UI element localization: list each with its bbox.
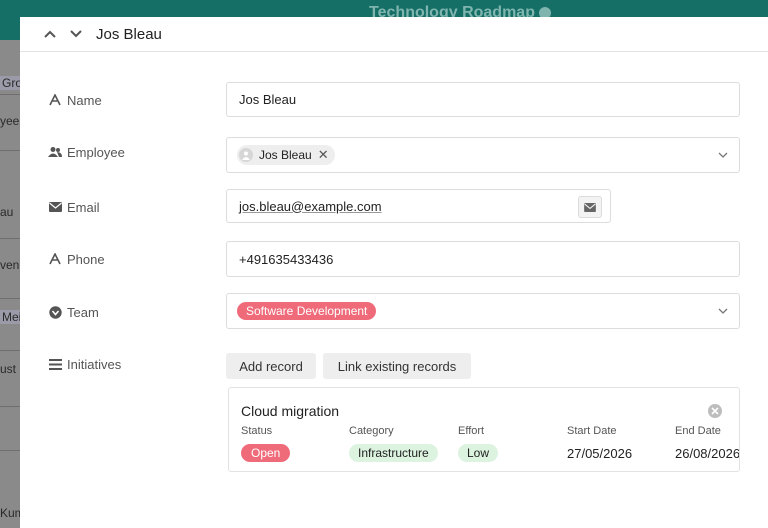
grid-cell: Gro — [0, 76, 20, 90]
record-panel: Jos Bleau Name Jos Bleau Employee Jos Bl… — [20, 17, 768, 528]
start-date-header: Start Date — [567, 425, 617, 437]
name-field[interactable]: Jos Bleau — [226, 82, 740, 117]
remove-chip-icon[interactable]: ✕ — [318, 147, 329, 163]
status-header: Status — [241, 425, 273, 437]
employee-chip: Jos Bleau ✕ — [237, 145, 335, 165]
close-icon — [711, 407, 719, 415]
previous-record-button[interactable] — [40, 24, 60, 44]
chevron-down-icon[interactable] — [717, 149, 729, 161]
initiatives-label: Initiatives — [48, 355, 121, 373]
envelope-icon — [48, 200, 62, 214]
add-record-button[interactable]: Add record — [226, 353, 316, 379]
grid-divider — [0, 238, 20, 239]
avatar-icon — [239, 148, 253, 162]
link-records-icon — [48, 357, 62, 371]
employee-label: Employee — [48, 143, 125, 161]
grid-cell: Kum — [0, 506, 20, 520]
grid-divider — [0, 406, 20, 407]
grid-cell: au — [0, 205, 14, 219]
start-date-column: Start Date 27/05/2026 — [567, 425, 632, 461]
text-field-icon — [48, 252, 62, 266]
envelope-icon — [584, 202, 596, 212]
grid-divider — [0, 350, 20, 351]
grid-divider — [0, 150, 20, 151]
end-date-header: End Date — [675, 425, 721, 437]
status-column: Status Open — [241, 425, 291, 462]
send-email-button[interactable] — [578, 196, 602, 218]
effort-column: Effort Low — [458, 425, 499, 462]
remove-link-button[interactable] — [708, 404, 722, 418]
phone-label: Phone — [48, 250, 105, 268]
grid-cell: ust — [0, 362, 17, 376]
linked-record-title: Cloud migration — [241, 403, 340, 419]
single-select-icon — [48, 305, 62, 319]
name-label: Name — [48, 91, 102, 109]
team-field[interactable]: Software Development — [226, 293, 740, 329]
text-field-icon — [48, 93, 62, 107]
chevron-down-icon[interactable] — [717, 305, 729, 317]
people-icon — [48, 145, 62, 159]
effort-header: Effort — [458, 425, 485, 437]
category-badge: Infrastructure — [349, 444, 438, 462]
linked-record-card[interactable]: Cloud migration Status Open Category Inf… — [228, 387, 740, 472]
record-title: Jos Bleau — [96, 25, 162, 43]
grid-cell: Meik — [0, 310, 20, 324]
team-option-tag: Software Development — [237, 302, 377, 320]
start-date-value: 27/05/2026 — [567, 446, 633, 461]
category-header: Category — [349, 425, 394, 437]
background-grid: Gro yee au ven Meik ust Kum — [0, 40, 20, 528]
next-record-button[interactable] — [66, 24, 86, 44]
category-column: Category Infrastructure — [349, 425, 438, 462]
panel-header: Jos Bleau — [20, 17, 768, 52]
grid-cell: yee — [0, 114, 20, 128]
grid-divider — [0, 298, 20, 299]
effort-badge: Low — [458, 444, 499, 462]
grid-divider — [0, 94, 20, 95]
grid-cell: ven — [0, 258, 20, 272]
team-label: Team — [48, 303, 99, 321]
grid-divider — [0, 450, 20, 451]
status-badge: Open — [241, 444, 291, 462]
email-value[interactable]: jos.bleau@example.com — [239, 199, 382, 214]
phone-field[interactable]: +491635433436 — [226, 241, 740, 277]
email-field[interactable]: jos.bleau@example.com — [226, 189, 611, 223]
end-date-column: End Date 26/08/2026 — [675, 425, 740, 461]
link-existing-records-button[interactable]: Link existing records — [323, 353, 471, 379]
chevron-up-icon — [44, 30, 56, 38]
end-date-value: 26/08/2026 — [675, 446, 740, 461]
email-label: Email — [48, 198, 100, 216]
chevron-down-icon — [70, 30, 82, 38]
employee-field[interactable]: Jos Bleau ✕ — [226, 137, 740, 173]
